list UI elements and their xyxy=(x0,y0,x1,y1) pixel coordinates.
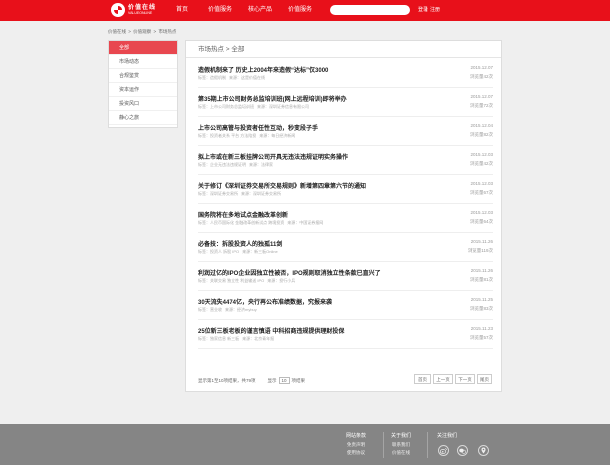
footer-terms-title: 网站条款 xyxy=(346,433,367,439)
nav-value-service-2[interactable]: 价值服务 xyxy=(288,0,312,21)
article-date: 2015.12.03 xyxy=(470,181,493,186)
article-views: 浏览量119次 xyxy=(467,248,493,253)
article-meta: 标签：独家信息 新三板 来源：北京青年报 xyxy=(198,336,275,341)
footer-disclaimer-link[interactable]: 免责声明 xyxy=(347,442,365,448)
sidebar-item-mindful-journey[interactable]: 静心之旅 xyxy=(109,111,177,125)
list-item[interactable]: 国务院将在多地试点金融改革创新 标签：人民币国际化 金融改革创新试点 跨境投资来… xyxy=(198,205,493,233)
article-date: 2015.11.25 xyxy=(470,297,493,302)
first-page-button[interactable]: 首页 xyxy=(414,374,431,384)
footer-about-title: 关于我们 xyxy=(391,433,412,439)
article-list-panel: 市场热点 > 全部 造假机制来了 历史上2004年来造假“达标”仅3000 标签… xyxy=(185,40,502,392)
panel-title: 市场热点 > 全部 xyxy=(186,41,501,58)
article-views: 浏览量42次 xyxy=(469,74,493,79)
next-page-button[interactable]: 下一页 xyxy=(455,374,475,384)
category-sidebar: 全部 市场动态 合规鉴赏 资本运作 投资风口 静心之旅 xyxy=(108,40,178,128)
list-item[interactable]: 上市公司高管与投资者任性互动，秒变段子手 标签：投资者关系 平台 方法陪投 来源：… xyxy=(198,118,493,146)
footer-agreement-link[interactable]: 使用协议 xyxy=(347,450,365,456)
footer-follow-title: 关注我们 xyxy=(437,433,458,439)
article-title[interactable]: 关于修订《深圳证券交易所交易规则》新增第四章第六节的通知 xyxy=(198,181,366,190)
footer-contact-link[interactable]: 联系我们 xyxy=(392,442,410,448)
site-logo[interactable]: 价值在线 VALUEONLINE xyxy=(111,3,156,17)
article-meta: 标签：营业收 来源：经济mybuy xyxy=(198,307,257,312)
nav-core-products[interactable]: 核心产品 xyxy=(248,0,272,21)
list-item[interactable]: 利润过亿的IPO企业因独立性被否，IPO规则取消独立性条款已直兴了 标签：关联交… xyxy=(198,263,493,291)
article-views: 浏览量64次 xyxy=(469,219,493,224)
search-input[interactable] xyxy=(330,5,410,15)
nav-value-service[interactable]: 价值服务 xyxy=(208,0,232,21)
article-date: 2015.11.23 xyxy=(470,326,493,331)
article-date: 2015.12.07 xyxy=(470,94,493,99)
list-item[interactable]: 关于修订《深圳证券交易所交易规则》新增第四章第六节的通知 标签：深圳证券交易所来… xyxy=(198,176,493,204)
per-page-prefix: 显示 xyxy=(267,377,277,383)
breadcrumb: 价值在线 > 价值观察 > 市场热点 xyxy=(108,29,177,35)
article-meta: 标签：造假机制 来源：这是价值在线 xyxy=(198,75,265,80)
article-views: 浏览量83次 xyxy=(469,306,493,311)
sidebar-item-compliance[interactable]: 合规鉴赏 xyxy=(109,69,177,83)
article-meta: 标签：上市公司财务总监培训班 来源：深圳证券信息有限公司 xyxy=(198,104,309,109)
article-date: 2015.12.03 xyxy=(470,210,493,215)
article-title[interactable]: 造假机制来了 历史上2004年来造假“达标”仅3000 xyxy=(198,65,328,74)
list-item[interactable]: 30天流失4474亿，央行再公布准绩数据，究报来袭 标签：营业收 来源：经济myb… xyxy=(198,292,493,320)
article-date: 2015.11.26 xyxy=(470,268,493,273)
article-date: 2015.11.26 xyxy=(470,239,493,244)
sidebar-item-capital-operation[interactable]: 资本运作 xyxy=(109,83,177,97)
article-views: 浏览量57次 xyxy=(469,335,493,340)
article-date: 2015.12.04 xyxy=(470,123,493,128)
article-meta: 标签：投资人 拆股 IPO 来源：新三板Online xyxy=(198,249,278,254)
article-meta: 标签：人民币国际化 金融改革创新试点 跨境投资 来源：中国证券报网 xyxy=(198,220,324,225)
per-page-suffix: 项结果 xyxy=(291,377,306,383)
article-title[interactable]: 必备技：拆股投资人的独孤11剑 xyxy=(198,239,282,248)
sidebar-item-all[interactable]: 全部 xyxy=(109,41,177,55)
logo-name: 价值在线 xyxy=(128,4,157,11)
article-meta: 标签：投资者关系 平台 方法陪投 来源：每日经济新闻 xyxy=(198,133,296,138)
list-item[interactable]: 造假机制来了 历史上2004年来造假“达标”仅3000 标签：造假机制 来源：这是… xyxy=(198,60,493,88)
list-item[interactable]: 25位新三板老板的谨言慎语 中科招商违规提供理财投保 标签：独家信息 新三板 来源… xyxy=(198,321,493,349)
nav-home[interactable]: 首页 xyxy=(176,0,188,21)
prev-page-button[interactable]: 上一页 xyxy=(433,374,453,384)
article-title[interactable]: 利润过亿的IPO企业因独立性被否，IPO规则取消独立性条款已直兴了 xyxy=(198,268,381,277)
article-title[interactable]: 25位新三板老板的谨言慎语 中科招商违规提供理财投保 xyxy=(198,326,344,335)
article-date: 2015.12.07 xyxy=(470,65,493,70)
auth-separator: | xyxy=(426,7,428,13)
article-views: 浏览量67次 xyxy=(469,190,493,195)
breadcrumb-value-observation[interactable]: 价值观察 xyxy=(133,29,151,34)
breadcrumb-separator: > xyxy=(128,29,131,34)
article-views: 浏览量82次 xyxy=(469,132,493,137)
footer-divider xyxy=(427,432,428,458)
article-meta: 标签：关联交易 独立性 利益输送 IPO 来源：投行小兵 xyxy=(198,278,296,283)
article-meta: 标签：深圳证券交易所 来源：深圳证券交易所 xyxy=(198,191,281,196)
breadcrumb-separator: > xyxy=(153,29,157,34)
weibo-icon[interactable] xyxy=(438,445,449,456)
sidebar-item-market-news[interactable]: 市场动态 xyxy=(109,55,177,69)
sidebar-item-investment-trends[interactable]: 投资风口 xyxy=(109,97,177,111)
article-title[interactable]: 上市公司高管与投资者任性互动，秒变段子手 xyxy=(198,123,318,132)
logo-icon xyxy=(111,3,125,17)
list-item[interactable]: 必备技：拆股投资人的独孤11剑 标签：投资人 拆股 IPO 来源：新三板Onlin… xyxy=(198,234,493,262)
register-link[interactable]: 注册 xyxy=(430,0,440,21)
pagination-summary: 显示第1至10项结果，共79项 xyxy=(198,377,256,383)
wechat-icon[interactable] xyxy=(457,445,468,456)
article-title[interactable]: 国务院将在多地试点金融改革创新 xyxy=(198,210,288,219)
top-navigation-bar: 价值在线 VALUEONLINE 首页 价值服务 核心产品 价值服务 登录 | … xyxy=(0,0,610,21)
list-item[interactable]: 第35期上市公司财务总监培训班(网上远程培训)即将举办 标签：上市公司财务总监培… xyxy=(198,89,493,117)
pagination-info: 显示第1至10项结果，共79项 显示 10 项结果 xyxy=(198,377,305,384)
footer-divider xyxy=(383,432,384,458)
article-views: 浏览量42次 xyxy=(469,161,493,166)
article-title[interactable]: 30天流失4474亿，央行再公布准绩数据，究报来袭 xyxy=(198,297,332,306)
last-page-button[interactable]: 尾页 xyxy=(477,374,492,384)
article-title[interactable]: 拟上市或在新三板挂牌公司开具无违法违规证明实务操作 xyxy=(198,152,348,161)
breadcrumb-home[interactable]: 价值在线 xyxy=(108,29,126,34)
article-date: 2015.12.03 xyxy=(470,152,493,157)
per-page-select[interactable]: 10 xyxy=(278,377,290,384)
list-item[interactable]: 拟上市或在新三板挂牌公司开具无违法违规证明实务操作 标签：企业无违法违规证明 来源… xyxy=(198,147,493,175)
logo-english-name: VALUEONLINE xyxy=(128,10,153,15)
breadcrumb-current: 市场热点 xyxy=(158,29,177,34)
article-meta: 标签：企业无违法违规证明 来源：法律家 xyxy=(198,162,273,167)
location-icon[interactable] xyxy=(478,445,489,456)
site-footer: 网站条款 免责声明 使用协议 关于我们 联系我们 价值在线 关注我们 xyxy=(0,424,610,465)
footer-valueonline-link[interactable]: 价值在线 xyxy=(392,450,410,456)
article-views: 浏览量81次 xyxy=(469,277,493,282)
article-views: 浏览量72次 xyxy=(469,103,493,108)
article-title[interactable]: 第35期上市公司财务总监培训班(网上远程培训)即将举办 xyxy=(198,94,347,103)
